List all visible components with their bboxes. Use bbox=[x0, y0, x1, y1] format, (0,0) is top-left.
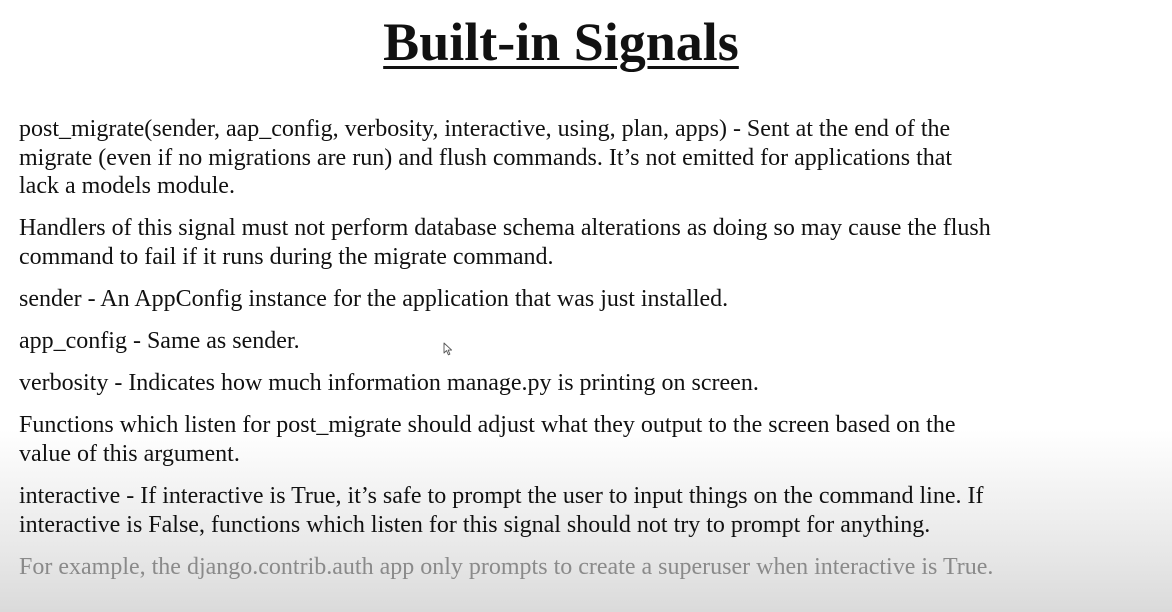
slide-title: Built-in Signals bbox=[383, 12, 739, 72]
mouse-pointer-icon bbox=[443, 342, 453, 356]
paragraph-app-config: app_config - Same as sender. bbox=[19, 327, 1119, 356]
paragraph-interactive: interactive - If interactive is True, it… bbox=[19, 482, 1119, 539]
paragraph-example: For example, the django.contrib.auth app… bbox=[19, 553, 1119, 582]
text-line: Functions which listen for post_migrate … bbox=[19, 412, 956, 438]
text-line: For example, the django.contrib.auth app… bbox=[19, 554, 994, 580]
text-line: lack a models module. bbox=[19, 173, 235, 199]
paragraph-sender: sender - An AppConfig instance for the a… bbox=[19, 285, 1119, 314]
text-line: verbosity - Indicates how much informati… bbox=[19, 370, 759, 396]
paragraph-post-migrate: post_migrate(sender, aap_config, verbosi… bbox=[19, 115, 1119, 201]
paragraph-handlers: Handlers of this signal must not perform… bbox=[19, 214, 1119, 271]
text-line: command to fail if it runs during the mi… bbox=[19, 243, 554, 270]
text-line: sender - An AppConfig instance for the a… bbox=[19, 286, 729, 312]
text-line: Handlers of this signal must not perform… bbox=[19, 215, 991, 241]
text-line: interactive is False, functions which li… bbox=[19, 511, 931, 538]
text-line: migrate (even if no migrations are run) … bbox=[19, 144, 953, 171]
text-line: post_migrate(sender, aap_config, verbosi… bbox=[19, 116, 951, 142]
paragraph-verbosity: verbosity - Indicates how much informati… bbox=[19, 369, 1119, 398]
text-line: app_config - Same as sender. bbox=[19, 328, 300, 354]
text-line: interactive - If interactive is True, it… bbox=[19, 483, 984, 509]
slide: Built-in Signals post_migrate(sender, aa… bbox=[0, 0, 1172, 612]
text-line: value of this argument. bbox=[19, 440, 240, 467]
paragraph-functions: Functions which listen for post_migrate … bbox=[19, 411, 1119, 468]
